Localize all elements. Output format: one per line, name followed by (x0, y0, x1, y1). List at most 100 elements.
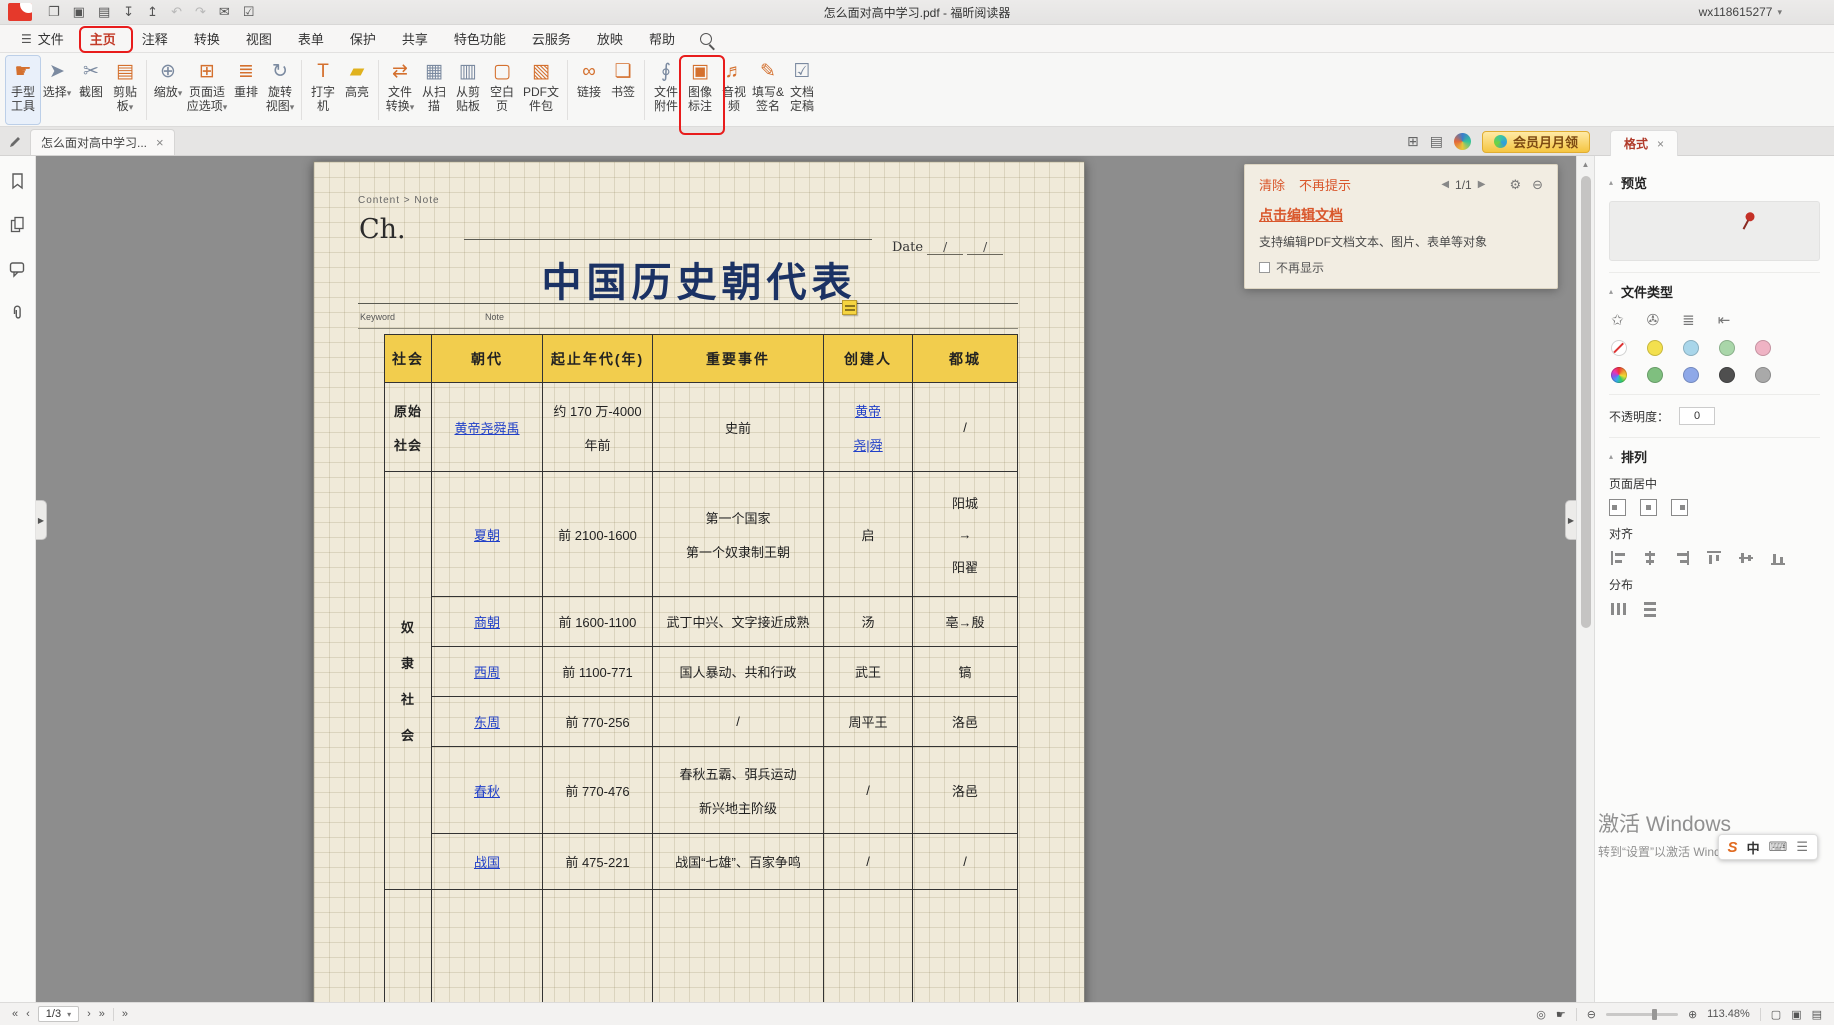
pages-panel-icon[interactable] (9, 216, 26, 237)
zoom-slider[interactable] (1606, 1013, 1678, 1016)
first-page-icon[interactable]: « (12, 1008, 18, 1020)
page-layout-icon[interactable]: ▤ (1812, 1008, 1822, 1021)
open-file-icon[interactable]: ❐ (48, 4, 60, 20)
center-vertical-icon[interactable] (1671, 499, 1688, 516)
founder-link[interactable]: 黄帝 (855, 401, 881, 420)
align-right-icon[interactable] (1673, 549, 1691, 567)
color-swatch[interactable] (1647, 340, 1663, 356)
dynasty-link[interactable]: 战国 (474, 855, 500, 870)
collapse-icon[interactable]: ▴ (1609, 287, 1613, 296)
settings-gear-icon[interactable]: ⚙ (1509, 177, 1521, 193)
zoom-slider-thumb[interactable] (1652, 1009, 1657, 1020)
align-left-icon[interactable] (1609, 549, 1627, 567)
close-panel-icon[interactable]: × (1657, 137, 1664, 151)
input-method-bar[interactable]: S 中 ⌨ ☰ (1718, 834, 1818, 860)
bookmark-button[interactable]: ❏书签 (606, 56, 640, 124)
image-annotation-button[interactable]: ▣图像标注 (683, 56, 717, 124)
zoom-in-icon[interactable]: ⊕ (1688, 1008, 1697, 1021)
hand-tool-icon[interactable]: ☛ (1556, 1008, 1566, 1021)
thumbnail-view-icon[interactable]: ⊞ (1407, 133, 1419, 150)
ime-menu-icon[interactable]: ☰ (1796, 839, 1808, 855)
center-horizontal-icon[interactable] (1609, 499, 1626, 516)
search-icon[interactable] (700, 33, 712, 45)
bookmarks-panel-icon[interactable] (9, 172, 26, 193)
menu-tab-form[interactable]: 表单 (285, 25, 337, 52)
fill-sign-button[interactable]: ✎填写&签名 (751, 56, 785, 124)
pdf-portfolio-button[interactable]: ▧PDF文件包 (519, 56, 563, 124)
edit-document-link[interactable]: 点击编辑文档 (1259, 205, 1343, 225)
mail-icon[interactable]: ✉ (219, 4, 230, 20)
dont-remind-button[interactable]: 不再提示 (1299, 175, 1351, 194)
typewriter-button[interactable]: T打字机 (306, 56, 340, 124)
user-account[interactable]: wx118615277 ▾ (1699, 5, 1782, 19)
collapse-icon[interactable]: ▴ (1609, 452, 1613, 461)
ime-logo-icon[interactable]: S (1728, 839, 1738, 856)
opacity-value-field[interactable]: 0 (1679, 407, 1715, 425)
scrollbar-thumb[interactable] (1581, 176, 1591, 628)
clear-button[interactable]: 清除 (1259, 175, 1285, 194)
select-button[interactable]: ➤选择▾ (40, 56, 74, 124)
print-icon[interactable]: ▤ (98, 4, 110, 20)
export-icon[interactable]: ↧ (123, 4, 134, 20)
founder-link[interactable]: 尧|舜 (853, 435, 882, 454)
zoom-out-icon[interactable]: ⊖ (1587, 1008, 1596, 1021)
redo-icon[interactable]: ↷ (195, 4, 206, 20)
dont-show-checkbox[interactable] (1259, 262, 1270, 273)
fit-width-icon[interactable]: ▣ (1791, 1008, 1801, 1021)
menu-tab-features[interactable]: 特色功能 (441, 25, 519, 52)
color-swatch[interactable] (1719, 340, 1735, 356)
blank-page-button[interactable]: ▢空白页 (485, 56, 519, 124)
zoom-button[interactable]: ⊕缩放▾ (151, 56, 185, 124)
align-middle-icon[interactable] (1737, 549, 1755, 567)
keyboard-icon[interactable]: ⌨ (1769, 839, 1788, 855)
format-panel-tab[interactable]: 格式 × (1610, 130, 1678, 156)
select-tool-icon[interactable]: ◎ (1536, 1008, 1546, 1021)
close-tab-icon[interactable]: × (156, 135, 164, 150)
left-panel-expand-handle[interactable]: ▶ (36, 500, 47, 540)
distribute-horizontal-icon[interactable] (1609, 600, 1627, 618)
color-swatch[interactable] (1683, 340, 1699, 356)
menu-tab-convert[interactable]: 转换 (181, 25, 233, 52)
clipboard-button[interactable]: ▤剪贴板▾ (108, 56, 142, 124)
color-swatch[interactable] (1647, 367, 1663, 383)
next-page-icon[interactable]: › (87, 1008, 91, 1020)
dynasty-link[interactable]: 夏朝 (474, 528, 500, 543)
page-number-field[interactable]: 1/3 ▾ (38, 1006, 79, 1022)
align-bottom-icon[interactable] (1769, 549, 1787, 567)
color-swatch-custom[interactable] (1611, 367, 1627, 383)
page-fit-button[interactable]: ⊞页面适应选项▾ (185, 56, 229, 124)
color-swatch[interactable] (1683, 367, 1699, 383)
center-both-icon[interactable] (1640, 499, 1657, 516)
zoom-level[interactable]: 113.48% (1707, 1008, 1750, 1020)
attachments-panel-icon[interactable] (9, 304, 26, 325)
prev-page-icon[interactable]: ‹ (26, 1008, 30, 1020)
right-panel-collapse-handle[interactable]: ▶ (1565, 500, 1576, 540)
menu-tab-share[interactable]: 共享 (389, 25, 441, 52)
save-icon[interactable]: ▣ (73, 4, 85, 20)
dynasty-link[interactable]: 黄帝尧舜禹 (454, 421, 519, 436)
menu-tab-cloud[interactable]: 云服务 (519, 25, 584, 52)
dynasty-link[interactable]: 春秋 (474, 784, 500, 799)
rotate-view-button[interactable]: ↻旋转视图▾ (263, 56, 297, 124)
menu-tab-comment[interactable]: 注释 (129, 25, 181, 52)
menu-tab-view[interactable]: 视图 (233, 25, 285, 52)
file-attachment-button[interactable]: ∮文件附件 (649, 56, 683, 124)
from-scanner-button[interactable]: ▦从扫描 (417, 56, 451, 124)
highlight-button[interactable]: ▰高亮 (340, 56, 374, 124)
favorite-icon[interactable]: ✩ (1611, 311, 1624, 329)
last-page-icon[interactable]: » (99, 1008, 105, 1020)
properties-icon[interactable]: ≣ (1682, 311, 1695, 329)
file-convert-button[interactable]: ⇄文件转换▾ (383, 56, 417, 124)
color-swatch[interactable] (1719, 367, 1735, 383)
menu-tab-file[interactable]: ☰文件 (8, 25, 77, 52)
menu-tab-protect[interactable]: 保护 (337, 25, 389, 52)
dynasty-link[interactable]: 西周 (474, 665, 500, 680)
edit-pencil-icon[interactable] (0, 129, 30, 155)
align-top-icon[interactable] (1705, 549, 1723, 567)
scroll-up-icon[interactable]: ▲ (1582, 156, 1590, 172)
document-tab[interactable]: 怎么面对高中学习... × (30, 129, 175, 155)
color-swatch-none[interactable] (1611, 340, 1627, 356)
attach-icon[interactable]: ✇ (1647, 311, 1660, 329)
snapshot-button[interactable]: ✂截图 (74, 56, 108, 124)
menu-tab-home[interactable]: 主页 (77, 25, 129, 52)
